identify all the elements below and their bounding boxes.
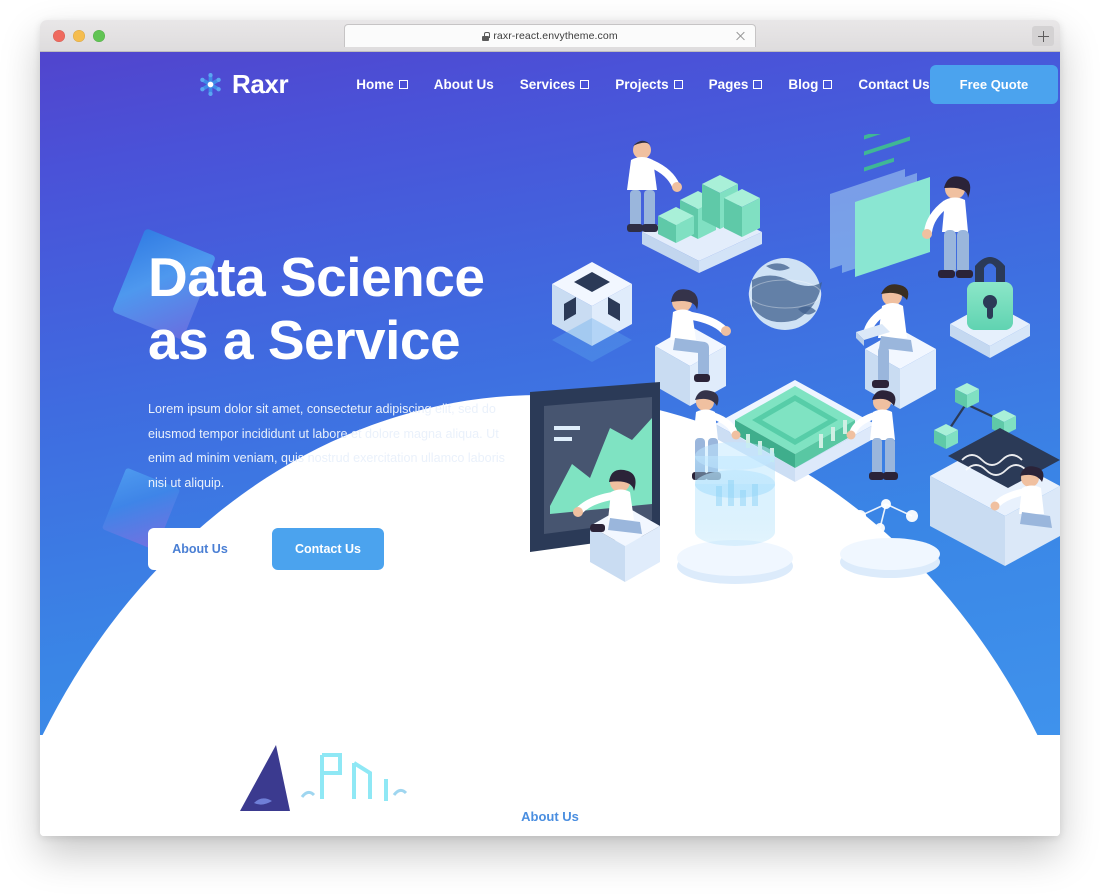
browser-tab[interactable]: raxr-react.envytheme.com — [344, 24, 756, 47]
logo-text: Raxr — [232, 68, 289, 99]
nav-item-contact-us[interactable]: Contact Us — [858, 77, 929, 92]
free-quote-button[interactable]: Free Quote — [929, 64, 1059, 104]
url-text: raxr-react.envytheme.com — [493, 30, 618, 42]
minimize-window-button[interactable] — [73, 29, 85, 42]
nav-links: Home About Us Services Projects Pages Bl… — [356, 77, 929, 92]
window-traffic-lights — [53, 29, 105, 42]
hero-content: Data Science as a Service Lorem ipsum do… — [40, 116, 1060, 570]
lock-icon — [482, 31, 490, 41]
hero-copy: Data Science as a Service Lorem ipsum do… — [148, 116, 548, 570]
nav-item-about-us[interactable]: About Us — [434, 77, 494, 92]
site-navbar: Raxr Home About Us Services Projects Pag… — [40, 52, 1060, 116]
browser-window: raxr-react.envytheme.com Raxr Home About… — [40, 20, 1060, 836]
nav-item-label: Blog — [788, 76, 819, 92]
nav-item-label: About Us — [433, 76, 494, 92]
plus-icon — [1037, 30, 1049, 42]
about-section: About Us — [40, 735, 1060, 836]
browser-titlebar: raxr-react.envytheme.com — [40, 20, 1060, 52]
snowflake-logo-icon — [200, 72, 221, 96]
nav-item-home[interactable]: Home — [356, 77, 408, 92]
chevron-down-icon — [398, 79, 408, 89]
about-us-button[interactable]: About Us — [148, 527, 252, 570]
chevron-down-icon — [823, 79, 833, 89]
close-window-button[interactable] — [53, 29, 65, 42]
partial-decorative-illustration — [218, 735, 438, 813]
maximize-window-button[interactable] — [93, 29, 105, 42]
nav-item-label: Projects — [615, 76, 669, 92]
nav-item-label: Services — [519, 76, 576, 92]
below-art-svg — [240, 745, 408, 811]
nav-item-label: Home — [356, 76, 394, 92]
page-title: Data Science as a Service — [148, 246, 485, 371]
nav-item-projects[interactable]: Projects — [615, 76, 683, 92]
hero-section: Raxr Home About Us Services Projects Pag… — [40, 52, 1060, 735]
hero-buttons: About Us Contact Us — [148, 527, 548, 570]
contact-us-button[interactable]: Contact Us — [272, 527, 384, 570]
nav-item-label: Contact Us — [858, 76, 930, 92]
tab-title: raxr-react.envytheme.com — [482, 30, 618, 42]
page-viewport: Raxr Home About Us Services Projects Pag… — [40, 52, 1060, 836]
hero-description: Lorem ipsum dolor sit amet, consectetur … — [148, 402, 505, 491]
site-logo[interactable]: Raxr — [198, 68, 289, 100]
nav-item-pages[interactable]: Pages — [709, 77, 763, 92]
nav-item-services[interactable]: Services — [520, 77, 590, 92]
new-tab-button[interactable] — [1032, 26, 1054, 46]
chevron-down-icon — [580, 79, 590, 89]
close-icon[interactable] — [735, 31, 746, 42]
section-heading: About Us — [521, 809, 579, 824]
nav-item-label: Pages — [708, 76, 749, 92]
chevron-down-icon — [673, 79, 683, 89]
chevron-down-icon — [753, 79, 763, 89]
nav-item-blog[interactable]: Blog — [788, 76, 833, 92]
